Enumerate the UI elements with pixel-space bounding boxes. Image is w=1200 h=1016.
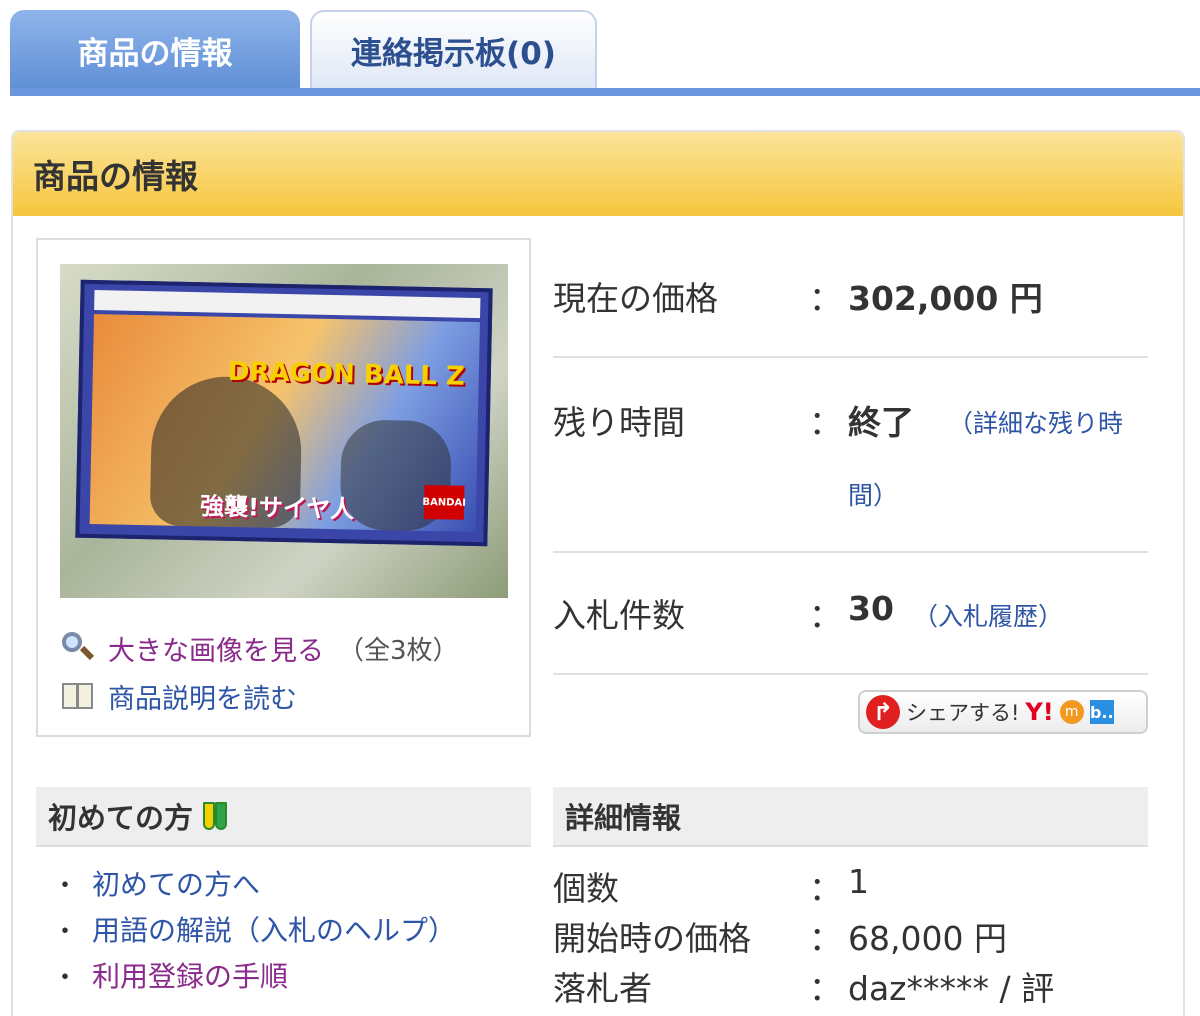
colon: ： — [809, 969, 842, 1008]
colon: ： — [809, 919, 842, 958]
bid-count-label: 入札件数 — [553, 596, 685, 635]
product-image[interactable]: DRAGON BALL Z 強襲!サイヤ人 BANDAI — [60, 264, 508, 598]
bullet: ・ — [52, 916, 79, 947]
current-price: 302,000 円 — [848, 279, 1043, 318]
view-large-row: 大きな画像を見る （全3枚） — [60, 624, 459, 672]
image-count-note: （全3枚） — [338, 635, 459, 666]
colon: ： — [809, 596, 842, 635]
view-large-image-link[interactable]: 大きな画像を見る — [108, 629, 324, 668]
tab-bar: 商品の情報 連絡掲示板(0) — [10, 10, 1200, 96]
product-image-box: DRAGON BALL Z 強襲!サイヤ人 BANDAI 大きな画像を見る （全… — [36, 238, 531, 737]
detail-panel-header: 詳細情報 — [553, 787, 1148, 847]
time-left-value: 終了 — [848, 403, 914, 442]
list-item: ・ 利用登録の手順 — [52, 952, 456, 998]
bullet: ・ — [52, 870, 79, 901]
auction-info-table: 現在の価格 ： 302,000 円 残り時間 ： 終了 （詳細な残り時 間） 入… — [553, 240, 1148, 675]
quantity-label: 個数 — [553, 869, 619, 908]
box-title: 強襲!サイヤ人 — [199, 492, 355, 524]
magnifier-icon — [60, 630, 96, 666]
bid-count-row: 入札件数 ： 30 （入札履歴） — [553, 553, 1148, 675]
yahoo-icon[interactable]: Y! — [1025, 698, 1053, 726]
start-price-label: 開始時の価格 — [553, 919, 751, 958]
start-price-value: 68,000 円 — [848, 919, 1007, 958]
beginner-leaf-icon — [203, 800, 229, 832]
tab-product-info[interactable]: 商品の情報 — [10, 10, 300, 90]
colon: ： — [809, 279, 842, 318]
tab-message-board[interactable]: 連絡掲示板(0) — [310, 10, 597, 88]
colon: ： — [809, 403, 842, 442]
box-top-band — [94, 290, 481, 319]
mixi-icon[interactable]: m — [1059, 700, 1084, 724]
list-item: ・ 初めての方へ — [52, 860, 456, 906]
detail-table: 個数 ： 1 開始時の価格 ： 68,000 円 落札者 ： daz***** … — [553, 862, 1148, 1012]
bid-count-value: 30 — [848, 589, 894, 628]
detailed-time-link-cont[interactable]: 間） — [848, 476, 898, 512]
detail-row-quantity: 個数 ： 1 — [553, 862, 1148, 912]
colon: ： — [809, 869, 842, 908]
glossary-link[interactable]: 用語の解説（入札のヘルプ） — [92, 909, 456, 949]
beginner-links: ・ 初めての方へ ・ 用語の解説（入札のヘルプ） ・ 利用登録の手順 — [52, 860, 456, 998]
detail-title: 詳細情報 — [565, 801, 682, 835]
registration-link[interactable]: 利用登録の手順 — [92, 955, 288, 995]
section-title: 商品の情報 — [13, 132, 1183, 216]
time-left-label: 残り時間 — [553, 403, 685, 442]
maker-logo: BANDAI — [422, 484, 466, 520]
beginner-title: 初めての方 — [48, 801, 194, 835]
bid-history-link[interactable]: （入札履歴） — [913, 597, 1063, 633]
price-label: 現在の価格 — [553, 279, 718, 318]
product-box-art: DRAGON BALL Z 強襲!サイヤ人 BANDAI — [75, 279, 493, 547]
time-left-row: 残り時間 ： 終了 （詳細な残り時 間） — [553, 358, 1148, 553]
share-arrow-icon: ↱ — [866, 695, 900, 729]
image-links: 大きな画像を見る （全3枚） 商品説明を読む — [60, 624, 459, 720]
winner-label: 落札者 — [553, 969, 652, 1008]
list-item: ・ 用語の解説（入札のヘルプ） — [52, 906, 456, 952]
beginner-panel-header: 初めての方 — [36, 787, 531, 847]
tab-underline — [10, 88, 1200, 96]
hatena-icon[interactable]: b.. — [1089, 700, 1114, 724]
detail-row-start-price: 開始時の価格 ： 68,000 円 — [553, 912, 1148, 962]
detail-row-winner: 落札者 ： daz***** / 評 — [553, 962, 1148, 1012]
winner-value[interactable]: daz***** / 評 — [848, 962, 1054, 1010]
box-logo: DRAGON BALL Z — [227, 356, 466, 392]
detailed-time-link[interactable]: （詳細な残り時 — [948, 404, 1123, 440]
share-label: シェアする! — [906, 701, 1020, 725]
bullet: ・ — [52, 962, 79, 993]
first-time-link[interactable]: 初めての方へ — [92, 863, 260, 903]
book-icon — [60, 681, 96, 711]
share-button[interactable]: ↱ シェアする! Y! m b.. — [858, 690, 1148, 734]
price-row: 現在の価格 ： 302,000 円 — [553, 240, 1148, 358]
box-artwork: DRAGON BALL Z 強襲!サイヤ人 BANDAI — [89, 313, 480, 533]
read-description-row: 商品説明を読む — [60, 672, 459, 720]
read-description-link[interactable]: 商品説明を読む — [108, 677, 297, 716]
quantity-value: 1 — [848, 862, 869, 901]
